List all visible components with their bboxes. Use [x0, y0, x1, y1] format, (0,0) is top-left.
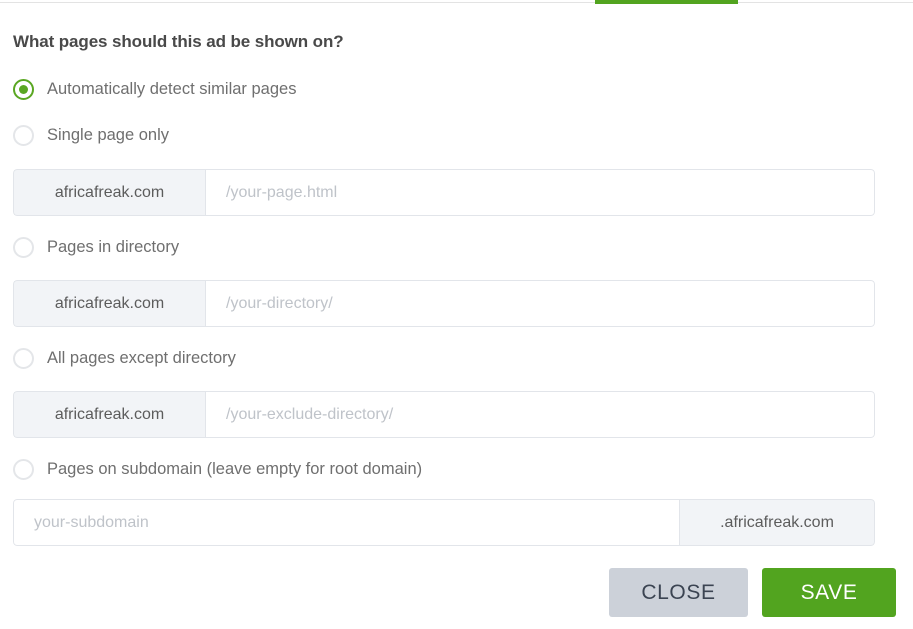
save-button[interactable]: SAVE [762, 568, 896, 617]
radio-pages-on-subdomain-icon[interactable] [13, 458, 34, 480]
radio-option-auto-detect[interactable]: Automatically detect similar pages [13, 76, 296, 102]
directory-input-group[interactable]: africafreak.com [13, 280, 875, 327]
radio-option-label: Pages in directory [47, 237, 180, 256]
close-button[interactable]: CLOSE [609, 568, 748, 617]
domain-suffix-label: .africafreak.com [680, 499, 875, 546]
radio-option-all-pages-except-directory[interactable]: All pages except directory [13, 345, 236, 371]
page-title: What pages should this ad be shown on? [13, 32, 344, 51]
domain-prefix-label: africafreak.com [13, 280, 205, 327]
radio-option-pages-on-subdomain[interactable]: Pages on subdomain (leave empty for root… [13, 456, 422, 482]
exclude-directory-input[interactable] [205, 391, 875, 438]
exclude-directory-input-group[interactable]: africafreak.com [13, 391, 875, 438]
radio-option-label: Automatically detect similar pages [47, 79, 297, 98]
top-divider [0, 2, 913, 3]
radio-option-label: Pages on subdomain (leave empty for root… [47, 459, 423, 478]
ad-placement-panel: What pages should this ad be shown on? A… [0, 4, 913, 629]
radio-option-label: All pages except directory [47, 348, 236, 367]
subdomain-input[interactable] [13, 499, 680, 546]
single-page-input[interactable] [205, 169, 875, 216]
domain-prefix-label: africafreak.com [13, 169, 205, 216]
radio-single-page-icon[interactable] [13, 124, 34, 146]
single-page-input-group[interactable]: africafreak.com [13, 169, 875, 216]
radio-option-label: Single page only [47, 125, 170, 144]
directory-input[interactable] [205, 280, 875, 327]
radio-pages-in-directory-icon[interactable] [13, 236, 34, 258]
radio-all-pages-except-directory-icon[interactable] [13, 347, 34, 369]
radio-option-single-page[interactable]: Single page only [13, 122, 169, 148]
subdomain-input-group[interactable]: .africafreak.com [13, 499, 875, 546]
radio-option-pages-in-directory[interactable]: Pages in directory [13, 234, 179, 260]
domain-prefix-label: africafreak.com [13, 391, 205, 438]
radio-auto-detect-icon[interactable] [13, 78, 34, 100]
